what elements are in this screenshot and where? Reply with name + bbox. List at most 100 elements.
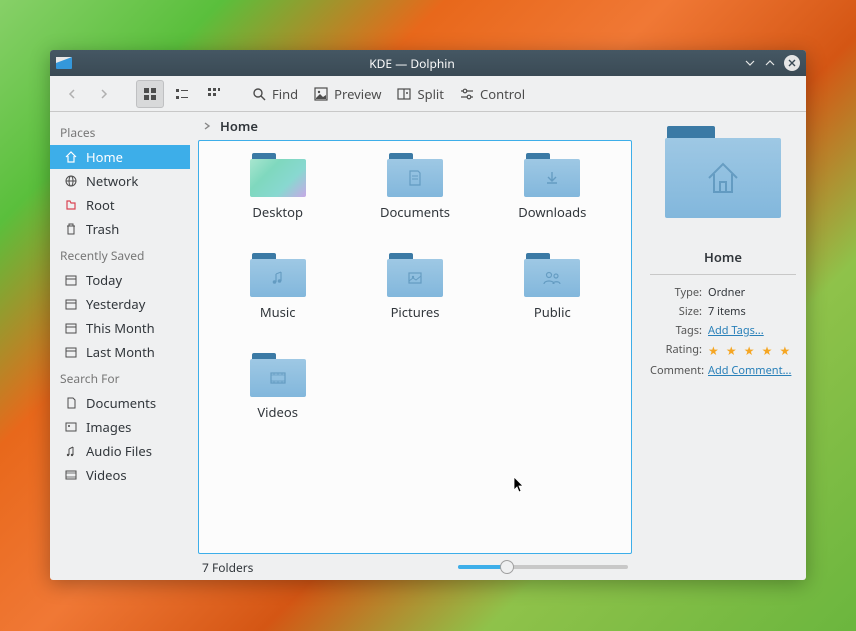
home-icon xyxy=(64,150,78,164)
sidebar-item-videos[interactable]: Videos xyxy=(50,463,190,487)
file-label: Desktop xyxy=(252,203,303,221)
video-icon xyxy=(64,468,78,482)
folder-icon xyxy=(387,253,443,297)
file-item-public[interactable]: Public xyxy=(486,253,619,349)
sidebar-item-yesterday[interactable]: Yesterday xyxy=(50,292,190,316)
preview-label: Preview xyxy=(334,85,381,103)
sidebar-item-audio[interactable]: Audio Files xyxy=(50,439,190,463)
info-rating-label: Rating: xyxy=(650,342,702,359)
calendar-icon xyxy=(64,273,78,287)
control-label: Control xyxy=(480,85,525,103)
info-panel: Home Type: Ordner Size: 7 items Tags: Add T… xyxy=(640,112,806,580)
breadcrumb-current[interactable]: Home xyxy=(220,117,258,135)
sidebar-item-trash[interactable]: Trash xyxy=(50,217,190,241)
compact-view-button[interactable] xyxy=(168,80,196,108)
network-icon xyxy=(64,174,78,188)
zoom-slider[interactable] xyxy=(458,565,628,569)
sidebar-item-last-month[interactable]: Last Month xyxy=(50,340,190,364)
places-heading: Places xyxy=(50,118,190,145)
toolbar: Find Preview Split Control xyxy=(50,76,806,112)
icons-view-button[interactable] xyxy=(136,80,164,108)
sidebar-item-network[interactable]: Network xyxy=(50,169,190,193)
info-type-value: Ordner xyxy=(708,285,796,300)
info-size-value: 7 items xyxy=(708,304,796,319)
split-label: Split xyxy=(417,85,444,103)
root-icon xyxy=(64,198,78,212)
find-label: Find xyxy=(272,85,298,103)
file-item-pictures[interactable]: Pictures xyxy=(348,253,481,349)
minimize-button[interactable] xyxy=(744,57,756,69)
info-title: Home xyxy=(650,234,796,275)
maximize-button[interactable] xyxy=(764,57,776,69)
calendar-icon xyxy=(64,321,78,335)
sidebar-item-label: Documents xyxy=(86,394,156,412)
info-type-label: Type: xyxy=(650,285,702,300)
search-heading: Search For xyxy=(50,364,190,391)
file-item-videos[interactable]: Videos xyxy=(211,353,344,449)
control-button[interactable]: Control xyxy=(454,80,531,108)
status-text: 7 Folders xyxy=(202,559,458,576)
sidebar-item-label: Trash xyxy=(86,220,119,238)
add-tags-link[interactable]: Add Tags... xyxy=(708,323,796,338)
sidebar-item-root[interactable]: Root xyxy=(50,193,190,217)
folder-icon xyxy=(250,253,306,297)
places-panel: Places Home Network Root Trash Recently … xyxy=(50,112,190,580)
file-item-music[interactable]: Music xyxy=(211,253,344,349)
sidebar-item-this-month[interactable]: This Month xyxy=(50,316,190,340)
sidebar-item-label: Images xyxy=(86,418,131,436)
preview-folder-icon xyxy=(665,126,781,218)
add-comment-link[interactable]: Add Comment... xyxy=(708,363,796,378)
file-label: Documents xyxy=(380,203,450,221)
breadcrumb[interactable]: Home xyxy=(198,112,632,140)
titlebar[interactable]: KDE — Dolphin xyxy=(50,50,806,76)
window-title: KDE — Dolphin xyxy=(80,55,744,72)
folder-icon xyxy=(387,153,443,197)
sidebar-item-label: Yesterday xyxy=(86,295,145,313)
rating-stars[interactable]: ★ ★ ★ ★ ★ xyxy=(708,342,796,359)
file-label: Videos xyxy=(257,403,298,421)
zoom-handle[interactable] xyxy=(500,560,514,574)
sidebar-item-home[interactable]: Home xyxy=(50,145,190,169)
close-button[interactable] xyxy=(784,55,800,71)
dolphin-window: KDE — Dolphin Find Preview Split Control… xyxy=(50,50,806,580)
details-view-button[interactable] xyxy=(200,80,228,108)
file-label: Music xyxy=(260,303,296,321)
chevron-right-icon xyxy=(202,121,212,131)
app-icon xyxy=(56,57,72,69)
find-button[interactable]: Find xyxy=(246,80,304,108)
file-label: Public xyxy=(534,303,571,321)
main-view: Home Desktop Documents Downloads Music xyxy=(190,112,640,580)
info-tags-label: Tags: xyxy=(650,323,702,338)
sidebar-item-label: Audio Files xyxy=(86,442,152,460)
sidebar-item-label: Last Month xyxy=(86,343,155,361)
folder-icon xyxy=(524,253,580,297)
statusbar: 7 Folders xyxy=(198,554,632,580)
sidebar-item-documents[interactable]: Documents xyxy=(50,391,190,415)
calendar-icon xyxy=(64,345,78,359)
sidebar-item-label: This Month xyxy=(86,319,155,337)
file-label: Downloads xyxy=(518,203,586,221)
split-button[interactable]: Split xyxy=(391,80,450,108)
forward-button[interactable] xyxy=(90,80,118,108)
calendar-icon xyxy=(64,297,78,311)
file-grid[interactable]: Desktop Documents Downloads Music Pictur… xyxy=(198,140,632,554)
file-item-documents[interactable]: Documents xyxy=(348,153,481,249)
folder-icon xyxy=(250,153,306,197)
image-icon xyxy=(64,420,78,434)
info-size-label: Size: xyxy=(650,304,702,319)
trash-icon xyxy=(64,222,78,236)
file-label: Pictures xyxy=(391,303,440,321)
file-item-desktop[interactable]: Desktop xyxy=(211,153,344,249)
file-item-downloads[interactable]: Downloads xyxy=(486,153,619,249)
sidebar-item-label: Today xyxy=(86,271,122,289)
document-icon xyxy=(64,396,78,410)
sidebar-item-images[interactable]: Images xyxy=(50,415,190,439)
preview-button[interactable]: Preview xyxy=(308,80,387,108)
sidebar-item-label: Videos xyxy=(86,466,127,484)
sidebar-item-label: Root xyxy=(86,196,115,214)
audio-icon xyxy=(64,444,78,458)
sidebar-item-label: Network xyxy=(86,172,138,190)
back-button[interactable] xyxy=(58,80,86,108)
sidebar-item-label: Home xyxy=(86,148,123,166)
sidebar-item-today[interactable]: Today xyxy=(50,268,190,292)
